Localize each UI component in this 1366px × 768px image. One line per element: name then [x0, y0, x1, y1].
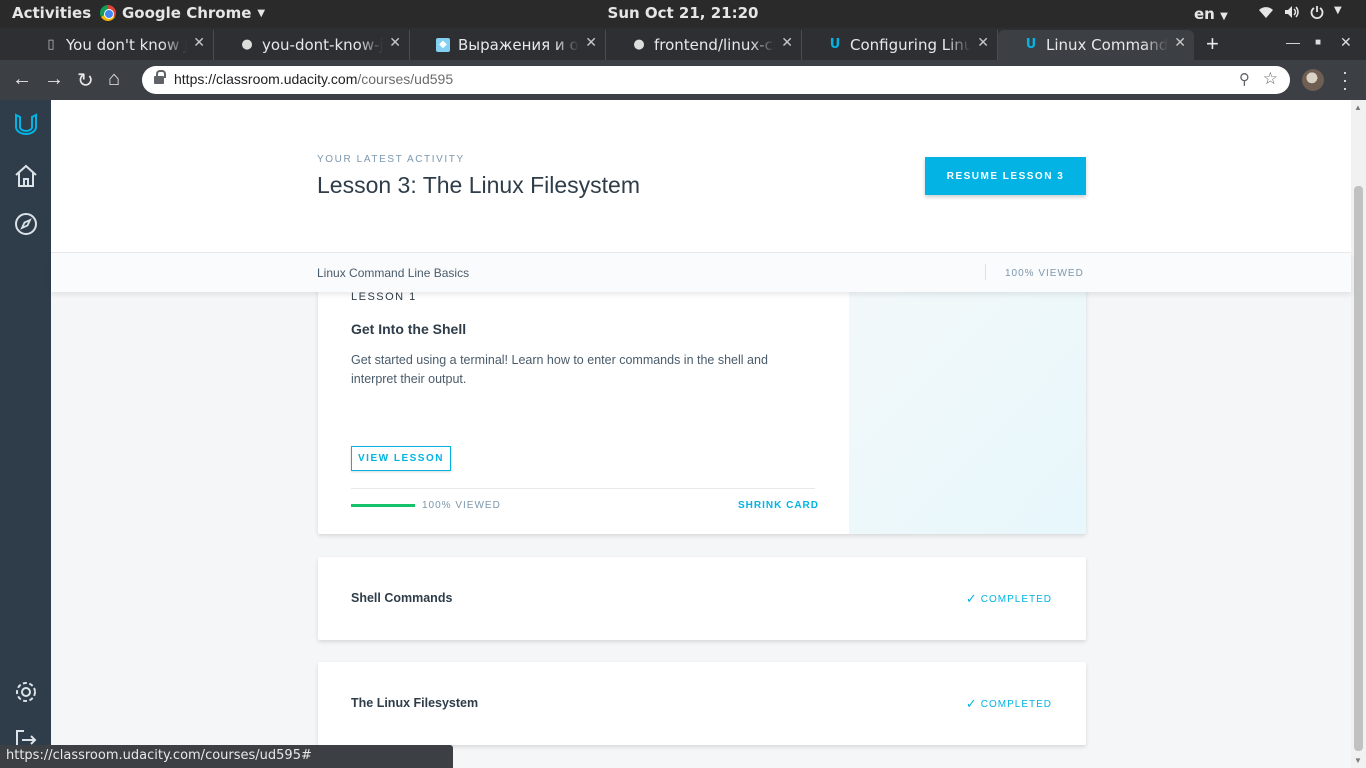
card-divider	[351, 488, 815, 489]
system-top-bar: Activities Google Chrome ▼ Sun Oct 21, 2…	[0, 0, 1366, 28]
page-viewport: YOUR LATEST ACTIVITY Lesson 3: The Linux…	[0, 100, 1366, 768]
checkmark-icon: ✓	[965, 696, 978, 711]
browser-toolbar: ← → ↻ ⌂ https://classroom.udacity.com/co…	[0, 60, 1366, 100]
latest-activity-header: YOUR LATEST ACTIVITY Lesson 3: The Linux…	[51, 100, 1351, 253]
udacity-logo-icon[interactable]	[12, 110, 40, 138]
lesson-card[interactable]: The Linux Filesystem ✓ COMPLETED	[318, 662, 1086, 745]
resume-lesson-button[interactable]: RESUME LESSON 3	[925, 157, 1086, 195]
clock[interactable]: Sun Oct 21, 21:20	[0, 4, 1366, 22]
close-icon[interactable]: ✕	[977, 35, 989, 51]
close-icon[interactable]: ✕	[1174, 35, 1186, 51]
lesson-description: Get started using a terminal! Learn how …	[351, 353, 768, 386]
close-icon[interactable]: ✕	[585, 35, 597, 51]
udacity-icon: U	[829, 37, 841, 52]
close-icon[interactable]: ✕	[193, 35, 205, 51]
lesson-progress-bar	[351, 504, 415, 507]
lesson-card-expanded: LESSON 1 Get Into the Shell Get started …	[318, 275, 1086, 534]
lesson-number: LESSON 1	[351, 291, 417, 303]
link-status-bar: https://classroom.udacity.com/courses/ud…	[0, 745, 453, 768]
lesson-name: Shell Commands	[351, 591, 453, 605]
lesson-name: Get Into the Shell	[351, 321, 467, 337]
url-text[interactable]: https://classroom.udacity.com/courses/ud…	[174, 71, 453, 87]
language-indicator[interactable]: en ▼	[1194, 5, 1228, 23]
address-bar[interactable]: https://classroom.udacity.com/courses/ud…	[142, 66, 1290, 94]
udacity-icon: U	[1025, 37, 1037, 52]
forward-icon[interactable]: →	[44, 68, 64, 91]
course-name: Linux Command Line Basics	[317, 266, 470, 280]
tab-github-linux-cli[interactable]: ● frontend/linux-cli-hw ✕	[606, 30, 802, 60]
maximize-button[interactable]: ■	[1315, 37, 1321, 48]
github-icon: ●	[241, 37, 253, 52]
tab-you-dont-know-js[interactable]: ▯ You don't know JS ✕	[18, 30, 214, 60]
page-scrollbar[interactable]: ▲ ▼	[1351, 100, 1366, 768]
latest-activity-kicker: YOUR LATEST ACTIVITY	[317, 154, 465, 165]
tab-configuring-linux[interactable]: U Configuring Linux Web ✕	[802, 30, 998, 60]
tab-title: Configuring Linux Web	[850, 36, 971, 54]
github-icon: ●	[633, 37, 645, 52]
close-icon[interactable]: ✕	[781, 35, 793, 51]
view-lesson-button[interactable]: VIEW LESSON	[351, 446, 451, 471]
new-tab-button[interactable]: +	[1206, 31, 1219, 57]
document-icon: ▯	[47, 37, 55, 52]
home-icon[interactable]	[12, 162, 40, 190]
close-window-button[interactable]: ✕	[1340, 34, 1352, 51]
mdn-icon: ◆	[436, 38, 450, 52]
settings-gear-icon[interactable]	[12, 678, 40, 706]
lesson-card-image	[849, 275, 1086, 534]
divider	[985, 264, 986, 280]
lesson-viewed-status: 100% VIEWED	[422, 500, 501, 511]
tab-title: Linux Command Line	[1046, 36, 1168, 54]
browser-menu-icon[interactable]: · · ·	[1342, 63, 1348, 97]
chevron-down-icon: ▼	[1334, 5, 1342, 16]
power-icon	[1310, 6, 1324, 19]
latest-lesson-title: Lesson 3: The Linux Filesystem	[317, 172, 641, 198]
scroll-down-arrow-icon[interactable]: ▼	[1354, 756, 1362, 765]
close-icon[interactable]: ✕	[389, 35, 401, 51]
tab-title: frontend/linux-cli-hw	[654, 36, 775, 54]
wifi-icon	[1259, 7, 1273, 18]
tab-strip: ▯ You don't know JS ✕ ● you-dont-know-js…	[0, 28, 1366, 60]
tab-title: you-dont-know-js-ru	[262, 36, 383, 54]
scrollbar-thumb[interactable]	[1354, 186, 1363, 751]
back-icon[interactable]: ←	[12, 68, 32, 91]
tab-title: You don't know JS	[66, 36, 187, 54]
volume-icon	[1285, 6, 1299, 18]
system-tray[interactable]: ▼	[1258, 5, 1342, 19]
reload-icon[interactable]: ↻	[77, 68, 94, 93]
home-icon[interactable]: ⌂	[108, 68, 120, 91]
course-viewed-status: 100% VIEWED	[1005, 268, 1084, 279]
lesson-progress-fill	[351, 504, 415, 507]
tab-mdn-expressions[interactable]: ◆ Выражения и операторы ✕	[410, 30, 606, 60]
bookmark-star-icon[interactable]: ☆	[1263, 69, 1278, 89]
minimize-button[interactable]: —	[1286, 34, 1300, 50]
lesson-name: The Linux Filesystem	[351, 696, 479, 710]
tab-title: Выражения и операторы	[458, 36, 579, 54]
shrink-card-button[interactable]: SHRINK CARD	[738, 500, 819, 511]
compass-icon[interactable]	[12, 210, 40, 238]
left-navigation	[0, 100, 51, 768]
tab-github-ydkjs[interactable]: ● you-dont-know-js-ru ✕	[214, 30, 410, 60]
completed-badge: ✓ COMPLETED	[965, 591, 1052, 606]
profile-avatar[interactable]	[1302, 69, 1324, 91]
completed-badge: ✓ COMPLETED	[965, 696, 1052, 711]
checkmark-icon: ✓	[965, 591, 978, 606]
lock-icon	[154, 70, 166, 85]
tab-linux-command-line[interactable]: U Linux Command Line ✕	[998, 30, 1194, 60]
zoom-icon[interactable]: ⚲	[1239, 70, 1250, 88]
lesson-card[interactable]: Shell Commands ✓ COMPLETED	[318, 557, 1086, 640]
scroll-up-arrow-icon[interactable]: ▲	[1354, 103, 1362, 112]
course-progress-bar: Linux Command Line Basics 100% VIEWED	[51, 253, 1351, 292]
